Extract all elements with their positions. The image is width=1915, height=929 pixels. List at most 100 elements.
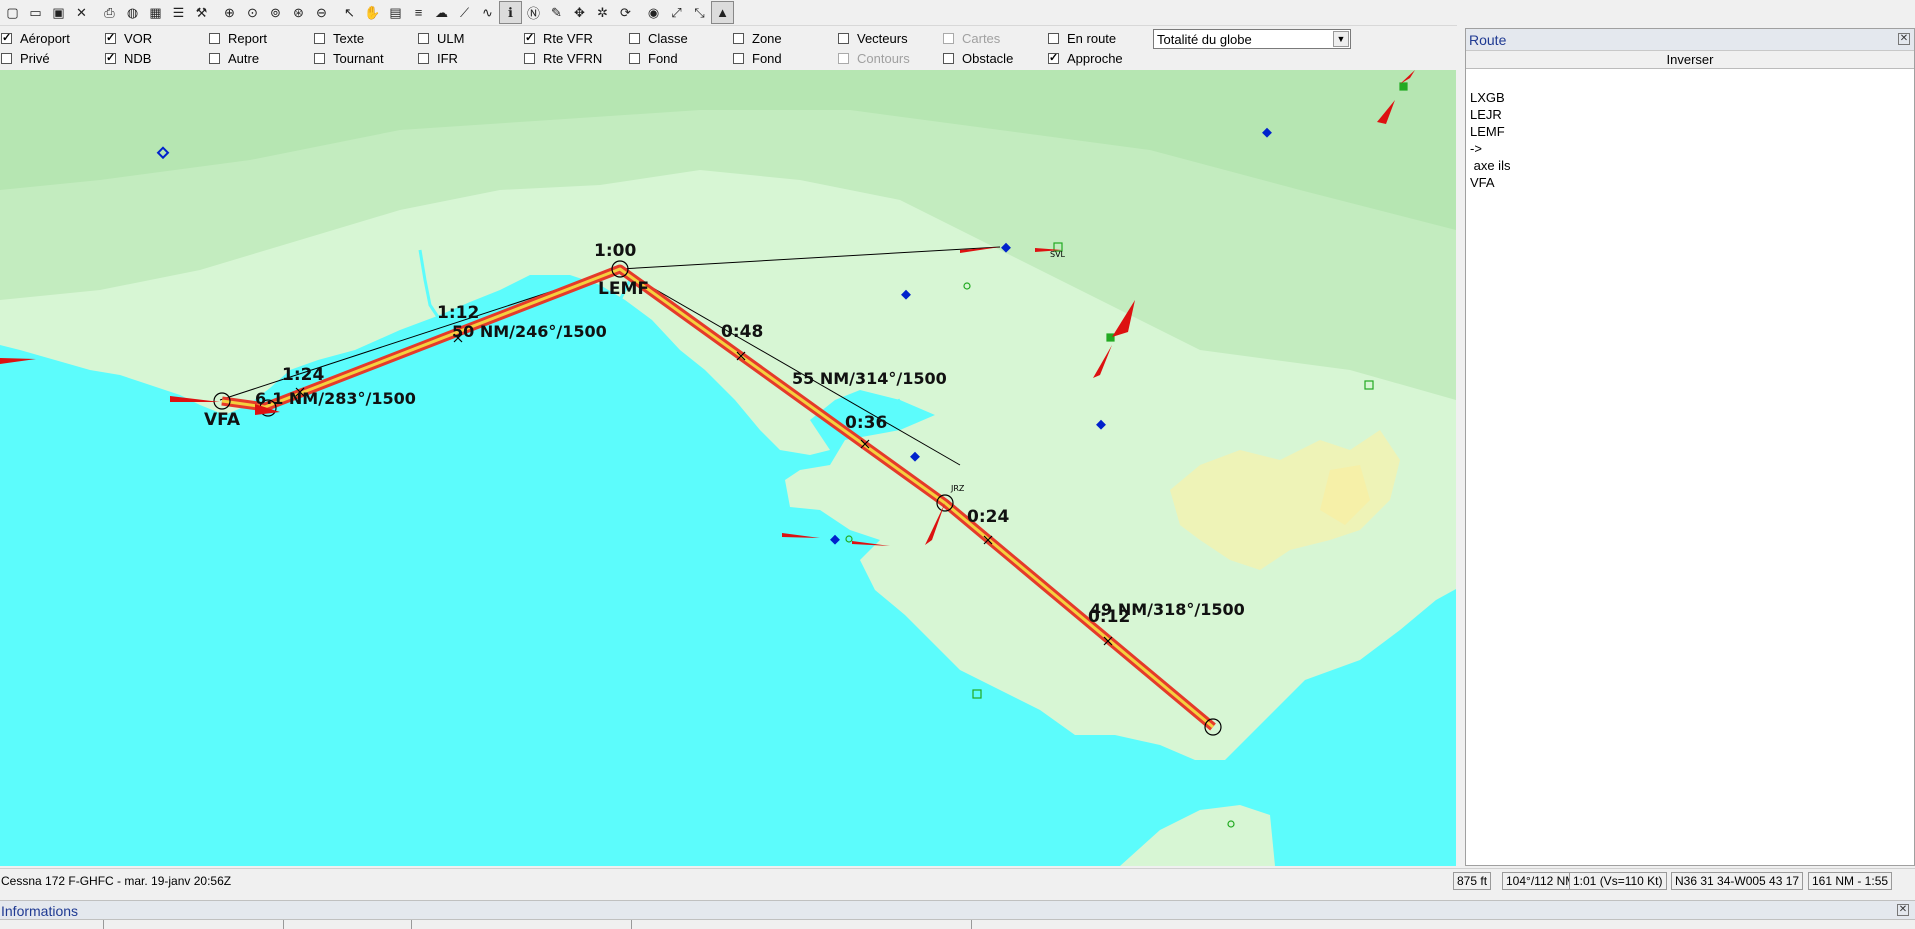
layer-rte-vfrn[interactable]: Rte VFRN bbox=[524, 49, 602, 67]
checkbox[interactable] bbox=[418, 32, 429, 44]
list-icon[interactable]: ☰ bbox=[167, 1, 190, 24]
checkbox[interactable]: ✓ bbox=[105, 32, 116, 44]
zoom-reset-icon[interactable]: ⊚ bbox=[264, 1, 287, 24]
checkbox bbox=[838, 52, 849, 64]
zoom-fit-icon[interactable]: ⊙ bbox=[241, 1, 264, 24]
checkbox[interactable] bbox=[209, 32, 220, 44]
map-svg[interactable]: 1:00 LEMF VFA 1:24 1:12 0:48 0:36 0:24 0… bbox=[0, 70, 1456, 866]
layer-tournant[interactable]: Tournant bbox=[314, 49, 384, 67]
checkbox[interactable] bbox=[733, 52, 744, 64]
refresh-icon[interactable]: ⟳ bbox=[614, 1, 637, 24]
profile-icon[interactable]: ⟋ bbox=[453, 1, 476, 24]
checkbox[interactable]: ✓ bbox=[1048, 52, 1059, 64]
list-item[interactable]: -> bbox=[1470, 140, 1910, 157]
checkbox[interactable]: ✓ bbox=[1, 32, 12, 44]
list-item[interactable]: axe ils bbox=[1470, 157, 1910, 174]
checkbox[interactable] bbox=[838, 32, 849, 44]
waypoint-label: VFA bbox=[204, 410, 241, 430]
layer-rte-vfr[interactable]: ✓ Rte VFR bbox=[524, 29, 593, 47]
status-altitude: 875 ft bbox=[1453, 872, 1492, 890]
map-canvas[interactable]: 1:00 LEMF VFA 1:24 1:12 0:48 0:36 0:24 0… bbox=[0, 70, 1456, 866]
layer-autre[interactable]: Autre bbox=[209, 49, 259, 67]
notam-icon[interactable]: Ⓝ bbox=[522, 1, 545, 24]
layer-fond-1[interactable]: Fond bbox=[629, 49, 678, 67]
table-icon[interactable]: ▦ bbox=[144, 1, 167, 24]
info-icon[interactable]: ℹ bbox=[499, 1, 522, 24]
color-wheel-icon[interactable]: ◉ bbox=[642, 1, 665, 24]
checkbox bbox=[943, 32, 954, 44]
layer-fond-2[interactable]: Fond bbox=[733, 49, 782, 67]
layer-ifr[interactable]: IFR bbox=[418, 49, 458, 67]
weather-icon[interactable]: ☁ bbox=[430, 1, 453, 24]
list-item[interactable]: LXGB bbox=[1470, 89, 1910, 106]
route-list-icon[interactable]: ≡ bbox=[407, 1, 430, 24]
checkbox[interactable] bbox=[1048, 32, 1059, 44]
layer-classe[interactable]: Classe bbox=[629, 29, 688, 47]
save-icon[interactable]: ▣ bbox=[47, 1, 70, 24]
time-label: 1:24 bbox=[282, 365, 324, 385]
tools-icon[interactable]: ⚒ bbox=[190, 1, 213, 24]
waypoint-label: LEMF bbox=[598, 279, 649, 299]
layer-approche[interactable]: ✓ Approche bbox=[1048, 49, 1123, 67]
checkbox[interactable] bbox=[629, 52, 640, 64]
layer-texte[interactable]: Texte bbox=[314, 29, 364, 47]
pointer-icon[interactable]: ↖ bbox=[338, 1, 361, 24]
layer-aeroport[interactable]: ✓ Aéroport bbox=[1, 29, 70, 47]
open-folder-icon[interactable]: ▭ bbox=[24, 1, 47, 24]
print-icon[interactable]: ⎙ bbox=[98, 1, 121, 24]
hand-pan-icon[interactable]: ✋ bbox=[361, 1, 384, 24]
globe-icon[interactable]: ◍ bbox=[121, 1, 144, 24]
checkbox[interactable] bbox=[1, 52, 12, 64]
checkbox[interactable]: ✓ bbox=[524, 32, 535, 44]
leg-label: 49 NM/318°/1500 bbox=[1090, 600, 1245, 619]
expand-icon[interactable]: ⤢ bbox=[665, 1, 688, 24]
layer-obstacle[interactable]: Obstacle bbox=[943, 49, 1013, 67]
checkbox[interactable] bbox=[629, 32, 640, 44]
pencil-icon[interactable]: ✎ bbox=[545, 1, 568, 24]
measure-icon[interactable]: ⤡ bbox=[688, 1, 711, 24]
aircraft-status: Cessna 172 F-GHFC - mar. 19-janv 20:56Z bbox=[1, 873, 232, 888]
checkbox[interactable] bbox=[524, 52, 535, 64]
layer-zone[interactable]: Zone bbox=[733, 29, 782, 47]
leg-label: 55 NM/314°/1500 bbox=[792, 369, 947, 388]
checkbox[interactable] bbox=[733, 32, 744, 44]
close-icon[interactable]: ✕ bbox=[1898, 33, 1910, 45]
chevron-down-icon[interactable]: ▼ bbox=[1333, 31, 1349, 47]
close-icon[interactable]: ✕ bbox=[1897, 904, 1909, 916]
checkbox[interactable]: ✓ bbox=[105, 52, 116, 64]
route-panel: Route ✕ Inverser LXGB LEJR LEMF -> axe i… bbox=[1465, 28, 1915, 866]
list-item[interactable]: LEMF bbox=[1470, 123, 1910, 140]
settings-icon[interactable]: ✲ bbox=[591, 1, 614, 24]
zoom-out-icon[interactable]: ⊖ bbox=[310, 1, 333, 24]
layer-ndb[interactable]: ✓ NDB bbox=[105, 49, 151, 67]
layer-vor[interactable]: ✓ VOR bbox=[105, 29, 152, 47]
layer-ulm[interactable]: ULM bbox=[418, 29, 464, 47]
layer-en-route[interactable]: En route bbox=[1048, 29, 1116, 47]
move-icon[interactable]: ✥ bbox=[568, 1, 591, 24]
list-item[interactable]: VFA bbox=[1470, 174, 1910, 191]
zoom-in-icon[interactable]: ⊕ bbox=[218, 1, 241, 24]
layer-prive[interactable]: Privé bbox=[1, 49, 50, 67]
terrain-icon[interactable]: ▲ bbox=[711, 1, 734, 24]
close-icon[interactable]: ✕ bbox=[70, 1, 93, 24]
checkbox[interactable] bbox=[209, 52, 220, 64]
vor-marker bbox=[830, 534, 840, 545]
layer-report[interactable]: Report bbox=[209, 29, 267, 47]
checkbox[interactable] bbox=[418, 52, 429, 64]
invert-route-button[interactable]: Inverser bbox=[1466, 51, 1914, 69]
new-file-icon[interactable]: ▢ bbox=[1, 1, 24, 24]
checkbox[interactable] bbox=[314, 52, 325, 64]
list-item[interactable]: LEJR bbox=[1470, 106, 1910, 123]
region-select[interactable]: Totalité du globe ▼ bbox=[1153, 29, 1351, 49]
zoom-window-icon[interactable]: ⊛ bbox=[287, 1, 310, 24]
information-panel-header: Informations ✕ bbox=[0, 900, 1915, 920]
flight-log-icon[interactable]: ▤ bbox=[384, 1, 407, 24]
status-total: 161 NM - 1:55 bbox=[1808, 872, 1893, 890]
land-africa bbox=[1120, 805, 1275, 866]
layer-vecteurs[interactable]: Vecteurs bbox=[838, 29, 908, 47]
chart-icon[interactable]: ∿ bbox=[476, 1, 499, 24]
checkbox[interactable] bbox=[314, 32, 325, 44]
checkbox[interactable] bbox=[943, 52, 954, 64]
navaid-label: JRZ bbox=[950, 484, 965, 493]
navaid-label: SVL bbox=[1050, 250, 1066, 259]
